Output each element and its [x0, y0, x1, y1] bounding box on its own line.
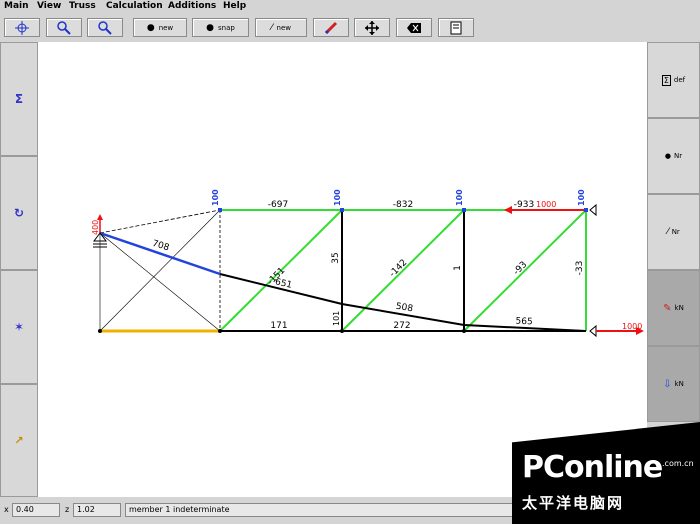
z-coord-field: 1.02 [73, 503, 121, 517]
support-label: 100 [211, 189, 220, 206]
reaction-display-button[interactable]: ⇩ kN [647, 346, 700, 422]
pencil-icon [324, 21, 338, 34]
support-label: 100 [455, 189, 464, 206]
pencil-icon: ✎ [663, 302, 672, 314]
load-tool-button[interactable] [313, 18, 349, 37]
star-node-icon: ✶ [13, 320, 25, 334]
node-tool-button[interactable]: ✶ [0, 270, 38, 384]
roller-support-icon [589, 203, 597, 217]
watermark-brand: PConline [522, 450, 663, 485]
force-label: -832 [393, 200, 413, 210]
watermark-subtitle: 太平洋电脑网 [522, 494, 625, 512]
menu-truss[interactable]: Truss [69, 1, 96, 11]
force-label: 565 [515, 317, 533, 328]
force-label: 35 [331, 252, 341, 263]
snap-node-button[interactable]: ● snap [192, 18, 249, 37]
node[interactable] [462, 208, 466, 212]
backspace-icon [407, 22, 421, 33]
node[interactable] [98, 329, 102, 333]
menu-bar: Main View Truss Calculation Additions He… [0, 0, 700, 14]
node-number-label: Nr [673, 152, 683, 160]
delete-button[interactable] [396, 18, 432, 37]
z-coord-label: z [65, 505, 70, 514]
line-icon: ⁄ [271, 22, 273, 33]
reaction-kn-label: kN [674, 380, 684, 388]
menu-calculation[interactable]: Calculation [106, 1, 163, 11]
support-load-icon: ⇩ [663, 378, 672, 390]
move-view-button[interactable] [4, 18, 40, 37]
node-number-button[interactable]: ● Nr [647, 118, 700, 194]
menu-additions[interactable]: Additions [168, 1, 216, 11]
snap-label: snap [218, 23, 235, 32]
snap-dot-icon: ● [206, 22, 215, 33]
force-label: 1 [453, 265, 463, 271]
node[interactable] [462, 329, 466, 333]
force-label: 508 [395, 302, 414, 315]
move-arrows-icon [365, 20, 379, 35]
force-label: -933 [514, 200, 534, 210]
export-button[interactable] [438, 18, 474, 37]
new-node-button[interactable]: ● new [133, 18, 187, 37]
force-tool-button[interactable]: ↗ [0, 384, 38, 497]
sum-button[interactable]: Σ [0, 42, 38, 156]
node[interactable] [218, 208, 222, 212]
node[interactable] [340, 329, 344, 333]
member-number-button[interactable]: ⁄ Nr [647, 194, 700, 270]
rotate-button[interactable]: ↻ [0, 156, 38, 270]
node-label: 101 [332, 311, 341, 326]
node-dot-icon: ● [146, 22, 155, 33]
member-number-label: Nr [671, 228, 680, 236]
dashed-line [99, 209, 221, 234]
cable-member-blue[interactable] [99, 231, 221, 276]
status-message: member 1 indeterminate [125, 503, 515, 517]
watermark-domain: .com.cn [662, 459, 694, 468]
left-tool-panel: Σ ↻ ✶ ↗ [0, 42, 38, 497]
rotate-icon: ↻ [13, 206, 25, 220]
def-label: def [673, 76, 686, 84]
zoom-out-icon [98, 20, 112, 35]
zoom-in-button[interactable] [46, 18, 82, 37]
roller-support-icon [589, 324, 597, 338]
new-member-label: new [276, 23, 291, 32]
force-label: -93 [512, 260, 529, 277]
zoom-in-icon [57, 20, 71, 35]
force-label: 171 [270, 321, 287, 331]
line-icon: ⁄ [667, 227, 669, 237]
move-button[interactable] [354, 18, 390, 37]
new-node-label: new [158, 23, 174, 32]
thin-line [99, 209, 221, 332]
node[interactable] [218, 329, 222, 333]
toolbar: ● new ● snap ⁄ new [0, 14, 700, 42]
document-icon [450, 21, 462, 34]
force-label: -697 [268, 200, 288, 210]
load-label: 1000 [536, 200, 556, 209]
support-label: 100 [577, 189, 586, 206]
menu-main[interactable]: Main [4, 1, 29, 11]
load-label: 1000 [622, 322, 642, 331]
force-kn-label: kN [674, 304, 684, 312]
force-arrow-icon: ↗ [14, 434, 24, 447]
new-member-button[interactable]: ⁄ new [255, 18, 307, 37]
crosshair-icon [15, 20, 29, 35]
watermark-logo: PConline .com.cn 太平洋电脑网 [512, 422, 700, 524]
force-display-button[interactable]: ✎ kN [647, 270, 700, 346]
support-label: 400 [91, 220, 100, 235]
force-label: -33 [575, 261, 585, 276]
x-coord-label: x [4, 505, 9, 514]
support-label: 100 [333, 189, 342, 206]
node[interactable] [584, 208, 588, 212]
node-dot-icon: ● [664, 152, 671, 160]
node[interactable] [340, 208, 344, 212]
sigma-box-icon: Σ [661, 74, 671, 86]
zoom-out-button[interactable] [87, 18, 123, 37]
force-label: 272 [393, 321, 410, 331]
menu-help[interactable]: Help [223, 1, 246, 11]
menu-view[interactable]: View [37, 1, 61, 11]
deformation-button[interactable]: Σ def [647, 42, 700, 118]
sigma-icon: Σ [14, 92, 24, 106]
x-coord-field: 0.40 [12, 503, 60, 517]
